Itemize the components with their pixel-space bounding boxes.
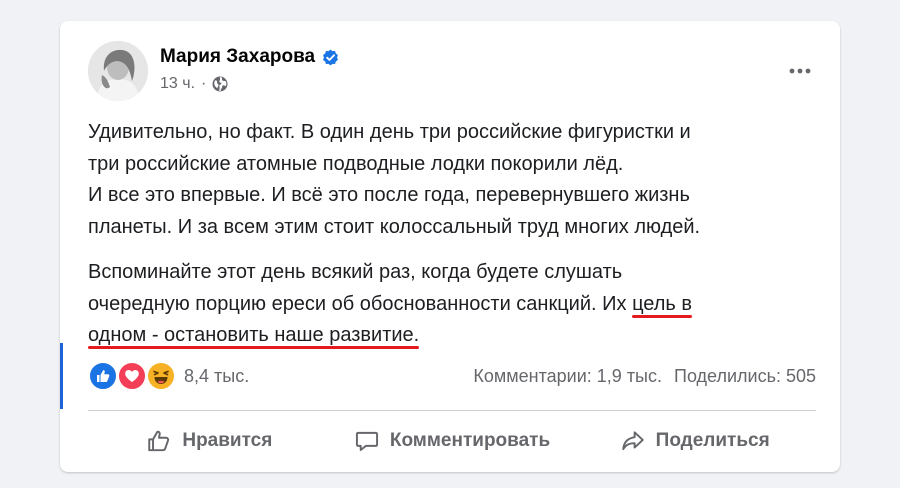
share-button-label: Поделиться — [655, 430, 770, 451]
highlighted-text-fragment: цель в — [632, 292, 693, 315]
globe-icon[interactable] — [212, 76, 228, 92]
post-header: Мария Захарова 13 ч. · — [88, 41, 818, 105]
share-button[interactable]: Поделиться — [573, 417, 816, 465]
post-card: Мария Захарова 13 ч. · Удивительно, но ф… — [60, 21, 840, 472]
reaction-icons — [88, 361, 176, 391]
comments-count[interactable]: Комментарии: 1,9 тыс. — [473, 366, 662, 387]
text-line: Вспоминайте этот день всякий раз, когда … — [88, 261, 623, 283]
share-arrow-icon — [621, 431, 644, 451]
more-options-icon — [789, 68, 811, 74]
shares-count[interactable]: Поделились: 505 — [674, 366, 816, 387]
left-accent-bar — [60, 343, 63, 409]
post-actions: Нравится Комментировать Поделиться — [88, 417, 816, 465]
post-text: Удивительно, но факт. В один день три ро… — [88, 117, 818, 352]
meta-separator: · — [201, 75, 207, 92]
haha-reaction-icon — [146, 361, 176, 391]
reactions-summary[interactable]: 8,4 тыс. — [88, 361, 249, 391]
comment-icon — [355, 431, 378, 451]
comment-button-label: Комментировать — [389, 430, 551, 451]
highlighted-text: цель в — [632, 292, 693, 318]
post-meta: 13 ч. · — [160, 75, 228, 93]
author-line: Мария Захарова — [160, 43, 339, 71]
text-line: И все это впервые. И всё это после года,… — [88, 184, 690, 206]
red-underline-mark — [632, 314, 693, 318]
avatar-photo-icon — [88, 41, 148, 101]
post-timestamp[interactable]: 13 ч. — [160, 75, 195, 93]
like-button-label: Нравится — [182, 430, 273, 451]
highlighted-text-fragment: одном - остановить наше развитие. — [88, 324, 420, 346]
author-name[interactable]: Мария Захарова — [160, 46, 315, 68]
actions-divider — [88, 410, 816, 411]
more-options-button[interactable] — [782, 53, 818, 89]
text-line: планеты. И за всем этим стоит колоссальн… — [88, 215, 701, 238]
text-line: Удивительно, но факт. В один день три ро… — [88, 121, 691, 143]
post-paragraph-1: Удивительно, но факт. В один день три ро… — [88, 117, 818, 243]
love-reaction-icon — [117, 361, 147, 391]
reaction-count[interactable]: 8,4 тыс. — [184, 366, 249, 387]
engagement-counts: Комментарии: 1,9 тыс. Поделились: 505 — [473, 361, 816, 391]
text-line: очередную порцию ереси об обоснованности… — [88, 292, 633, 315]
author-avatar[interactable] — [88, 41, 148, 101]
highlighted-text: одном - остановить наше развитие. — [88, 324, 420, 349]
text-line: три российские атомные подводные лодки п… — [88, 152, 624, 175]
like-reaction-icon — [88, 361, 118, 391]
thumbs-up-icon — [148, 430, 170, 452]
comment-button[interactable]: Комментировать — [331, 417, 574, 465]
red-underline-mark — [88, 346, 420, 349]
verified-badge-icon — [322, 49, 339, 66]
post-paragraph-2: Вспоминайте этот день всякий раз, когда … — [88, 257, 818, 352]
like-button[interactable]: Нравится — [88, 417, 331, 465]
